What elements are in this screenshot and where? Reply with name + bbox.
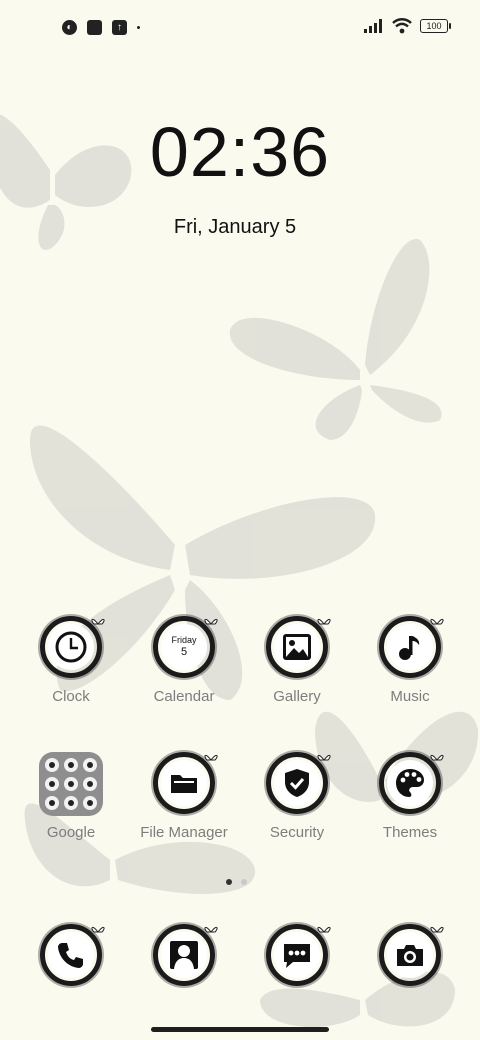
folder-app-icon	[64, 777, 78, 791]
app-calendar[interactable]: Friday 5 Calendar	[124, 616, 244, 705]
butterfly-badge-icon	[204, 754, 218, 761]
app-music[interactable]: Music	[350, 616, 470, 705]
status-bar: ◐ ↑ 100	[0, 14, 480, 42]
folder-app-icon	[45, 777, 59, 791]
app-label: Security	[269, 824, 325, 841]
butterfly-badge-icon	[91, 926, 105, 933]
butterfly-badge-icon	[204, 618, 218, 625]
square-notification-icon	[87, 20, 102, 35]
app-label: Clock	[52, 688, 90, 705]
butterfly-badge-icon	[317, 926, 331, 933]
dock-contacts[interactable]	[124, 924, 244, 986]
dock-messages[interactable]	[237, 924, 357, 986]
battery-icon: 100	[420, 19, 451, 33]
clock-widget-date[interactable]: Fri, January 5	[0, 216, 470, 239]
app-security[interactable]: Security	[237, 752, 357, 841]
butterfly-badge-icon	[204, 926, 218, 933]
music-note-icon	[399, 636, 420, 660]
butterfly-badge-icon	[91, 618, 105, 625]
app-gallery[interactable]: Gallery	[237, 616, 357, 705]
upload-icon: ↑	[112, 20, 127, 35]
signal-icon	[364, 19, 382, 33]
status-left: ◐ ↑	[62, 20, 140, 35]
app-themes[interactable]: Themes	[350, 752, 470, 841]
calendar-icon: Friday 5	[161, 624, 207, 670]
folder-app-icon	[64, 796, 78, 810]
folder-icon	[171, 775, 197, 793]
theme-icon: ◐	[62, 20, 77, 35]
butterfly-badge-icon	[430, 926, 444, 933]
app-file-manager[interactable]: File Manager	[124, 752, 244, 841]
page-dot-active	[226, 879, 232, 885]
app-label: Gallery	[273, 688, 321, 705]
app-label: Themes	[382, 824, 438, 841]
palette-icon	[396, 769, 424, 797]
butterfly-badge-icon	[317, 754, 331, 761]
shield-check-icon	[285, 769, 309, 797]
phone-icon	[58, 943, 83, 968]
page-indicator[interactable]	[226, 879, 247, 885]
folder-app-icon	[45, 796, 59, 810]
app-clock[interactable]: Clock	[11, 616, 131, 705]
folder-app-icon	[64, 758, 78, 772]
camera-icon	[397, 945, 423, 966]
page-dot	[241, 879, 247, 885]
wifi-icon	[392, 18, 412, 34]
status-right: 100	[364, 18, 451, 34]
folder-app-icon	[83, 796, 97, 810]
butterfly-badge-icon	[430, 618, 444, 625]
gallery-icon	[283, 634, 311, 660]
folder-app-icon	[45, 758, 59, 772]
dock-camera[interactable]	[350, 924, 470, 986]
butterfly-badge-icon	[430, 754, 444, 761]
app-label: File Manager	[140, 824, 228, 841]
clock-widget-time[interactable]: 02:36	[0, 112, 480, 192]
google-folder-icon	[39, 752, 103, 816]
folder-label: Google	[46, 824, 96, 841]
folder-app-icon	[83, 758, 97, 772]
dock-phone[interactable]	[11, 924, 131, 986]
app-label: Calendar	[153, 688, 215, 705]
folder-google[interactable]: Google	[11, 752, 131, 841]
messages-icon	[284, 944, 310, 968]
clock-icon	[55, 631, 87, 663]
dot-icon	[137, 26, 140, 29]
butterfly-badge-icon	[317, 618, 331, 625]
folder-app-icon	[83, 777, 97, 791]
home-indicator[interactable]	[151, 1027, 329, 1032]
app-label: Music	[390, 688, 430, 705]
contacts-icon	[170, 941, 198, 969]
